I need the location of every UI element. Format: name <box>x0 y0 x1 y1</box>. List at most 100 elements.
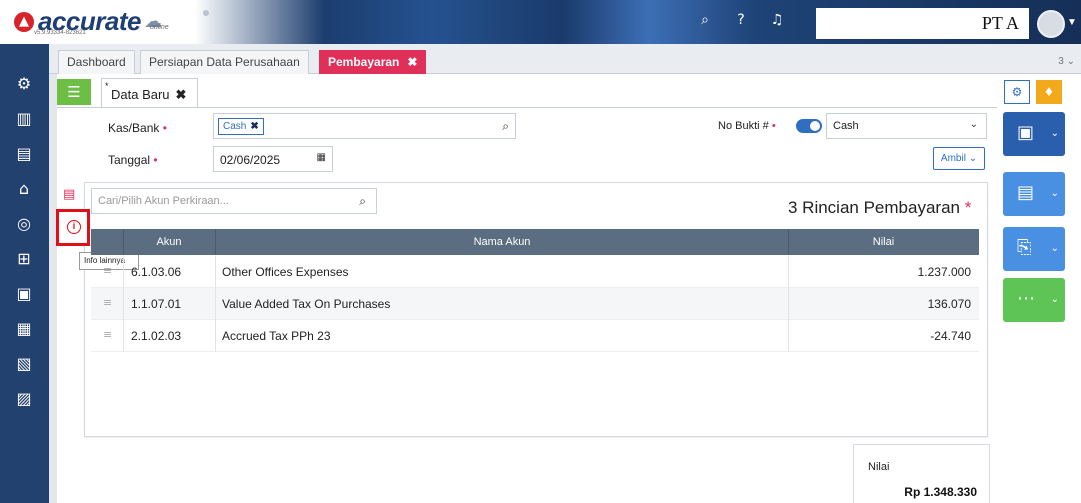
table-row[interactable]: ≡ 6.1.03.06 Other Offices Expenses 1.237… <box>91 256 979 288</box>
chevron-down-icon[interactable]: ⌄ <box>1051 243 1059 254</box>
more-actions-button[interactable]: ⋯ ⌄ <box>1003 278 1065 322</box>
inventory-icon[interactable]: ▦ <box>12 317 36 341</box>
settings-button[interactable]: ⚙ <box>1004 80 1030 104</box>
search-icon[interactable]: ⌕ <box>696 12 714 28</box>
module-tab-bar: Dashboard Persiapan Data Perusahaan Pemb… <box>49 44 1081 74</box>
help-icon[interactable]: ? <box>732 12 750 28</box>
tab-label: Pembayaran <box>328 55 400 69</box>
chevron-down-icon[interactable]: ▼ <box>1067 17 1077 28</box>
tab-dashboard[interactable]: Dashboard <box>58 50 135 74</box>
tab-label: Persiapan Data Perusahaan <box>149 55 300 69</box>
chip-remove-icon[interactable]: ✖ <box>250 121 258 132</box>
cash-bag-icon[interactable]: ◎ <box>12 212 36 236</box>
kas-bank-chip[interactable]: Cash ✖ <box>218 118 264 135</box>
sales-icon[interactable]: ▣ <box>12 282 36 306</box>
nama-akun-cell: Value Added Tax On Purchases <box>222 297 391 311</box>
calendar-icon[interactable]: ▦ <box>317 152 326 163</box>
drag-handle-icon[interactable]: ≡ <box>103 264 112 277</box>
company-selector[interactable]: PT A <box>816 8 1029 39</box>
drag-handle-icon[interactable]: ≡ <box>103 296 112 309</box>
column-divider <box>123 288 124 320</box>
tab-pembayaran[interactable]: Pembayaran ✖ <box>319 50 427 74</box>
search-icon[interactable]: ⌕ <box>359 194 366 209</box>
dashboard-report-icon[interactable]: ▨ <box>12 387 36 411</box>
ledger-icon[interactable]: ▤ <box>12 142 36 166</box>
bank-icon[interactable]: ⌂ <box>12 177 36 201</box>
left-gutter <box>49 74 57 503</box>
column-divider <box>215 256 216 288</box>
column-divider <box>215 288 216 320</box>
column-divider <box>215 320 216 352</box>
column-divider <box>123 320 124 352</box>
search-placeholder: Cari/Pilih Akun Perkiraan... <box>98 195 229 207</box>
purchase-cart-icon[interactable]: ⊞ <box>12 247 36 271</box>
column-header-nilai[interactable]: Nilai <box>788 236 979 248</box>
list-view-button[interactable]: ☰ <box>57 79 91 105</box>
kas-bank-label: Kas/Bank • <box>108 121 167 135</box>
company-building-icon[interactable]: ▥ <box>12 107 36 131</box>
no-bukti-select[interactable]: Cash ⌄ <box>826 113 987 139</box>
paperclip-icon: ⎘ <box>1017 237 1032 258</box>
no-bukti-value: Cash <box>833 120 859 132</box>
nilai-cell: 136.070 <box>927 297 971 311</box>
company-name: PT A <box>981 13 1019 33</box>
doc-tab-label: Data Baru <box>111 87 170 102</box>
floppy-disk-icon: ▣ <box>1017 122 1035 143</box>
tanggal-field[interactable]: 02/06/2025 ▦ <box>213 146 333 172</box>
tips-bulb-button[interactable]: ♦ <box>1036 80 1062 104</box>
nilai-cell: -24.740 <box>930 329 971 343</box>
nilai-cell: 1.237.000 <box>917 265 971 279</box>
close-icon[interactable]: ✖ <box>176 87 187 102</box>
kas-bank-field[interactable]: Cash ✖ ⌕ <box>213 113 516 139</box>
status-dot <box>203 10 209 16</box>
column-divider <box>788 320 789 352</box>
settings-icon[interactable]: ⚙ <box>12 72 36 96</box>
document-icon: ▤ <box>1017 182 1035 203</box>
notification-bell-icon[interactable]: ♫ <box>768 12 786 28</box>
divider <box>57 107 997 108</box>
detail-heading: 3 Rincian Pembayaran * <box>788 198 972 217</box>
table-header: Akun Nama Akun Nilai <box>91 229 979 255</box>
auto-number-toggle[interactable] <box>796 119 822 133</box>
tanggal-value: 02/06/2025 <box>220 153 281 167</box>
akun-cell: 2.1.02.03 <box>131 329 182 343</box>
table-row[interactable]: ≡ 1.1.07.01 Value Added Tax On Purchases… <box>91 288 979 320</box>
avatar[interactable] <box>1037 10 1065 38</box>
drag-handle-icon[interactable]: ≡ <box>103 328 112 341</box>
total-label: Nilai <box>868 461 890 473</box>
top-bar: ▲ accurate ☁ online v5.9.93334-823621 ⌕ … <box>0 0 1081 44</box>
document-button[interactable]: ▤ ⌄ <box>1003 172 1065 216</box>
column-divider <box>788 256 789 288</box>
ellipsis-icon: ⋯ <box>1017 288 1035 309</box>
app-version: v5.9.93334-823621 <box>34 30 86 36</box>
tab-data-baru[interactable]: * Data Baru ✖ <box>101 78 198 108</box>
close-icon[interactable]: ✖ <box>407 55 417 69</box>
save-button[interactable]: ▣ ⌄ <box>1003 112 1065 156</box>
document-icon[interactable]: ▤ <box>63 187 75 202</box>
ambil-button[interactable]: Ambil ⌄ <box>933 147 985 170</box>
attachment-button[interactable]: ⎘ ⌄ <box>1003 227 1065 271</box>
tanggal-label: Tanggal • <box>108 153 158 167</box>
total-value: Rp 1.348.330 <box>904 485 977 499</box>
column-header-nama-akun[interactable]: Nama Akun <box>215 236 789 248</box>
logo-online-label: online <box>150 24 169 31</box>
total-summary: Nilai Rp 1.348.330 <box>853 444 990 503</box>
akun-cell: 6.1.03.06 <box>131 265 182 279</box>
reports-icon[interactable]: ▧ <box>12 352 36 376</box>
account-search-input[interactable]: Cari/Pilih Akun Perkiraan... ⌕ <box>91 188 377 214</box>
column-header-akun[interactable]: Akun <box>123 236 215 248</box>
sidebar: ⚙ ▥ ▤ ⌂ ◎ ⊞ ▣ ▦ ▧ ▨ <box>0 44 49 503</box>
nama-akun-cell: Other Offices Expenses <box>222 265 349 279</box>
akun-cell: 1.1.07.01 <box>131 297 182 311</box>
chevron-down-icon[interactable]: ⌄ <box>1051 128 1059 139</box>
table-row[interactable]: ≡ 2.1.02.03 Accrued Tax PPh 23 -24.740 <box>91 320 979 352</box>
unsaved-mark: * <box>105 81 109 91</box>
column-divider <box>788 288 789 320</box>
chevron-down-icon[interactable]: ⌄ <box>970 119 978 130</box>
search-icon[interactable]: ⌕ <box>502 119 509 134</box>
tab-persiapan-data[interactable]: Persiapan Data Perusahaan <box>140 50 309 74</box>
chevron-down-icon[interactable]: ⌄ <box>1051 294 1059 305</box>
tab-count[interactable]: 3 ⌄ <box>1058 56 1075 67</box>
info-lainnya-button[interactable]: i <box>56 209 90 246</box>
chevron-down-icon[interactable]: ⌄ <box>1051 188 1059 199</box>
